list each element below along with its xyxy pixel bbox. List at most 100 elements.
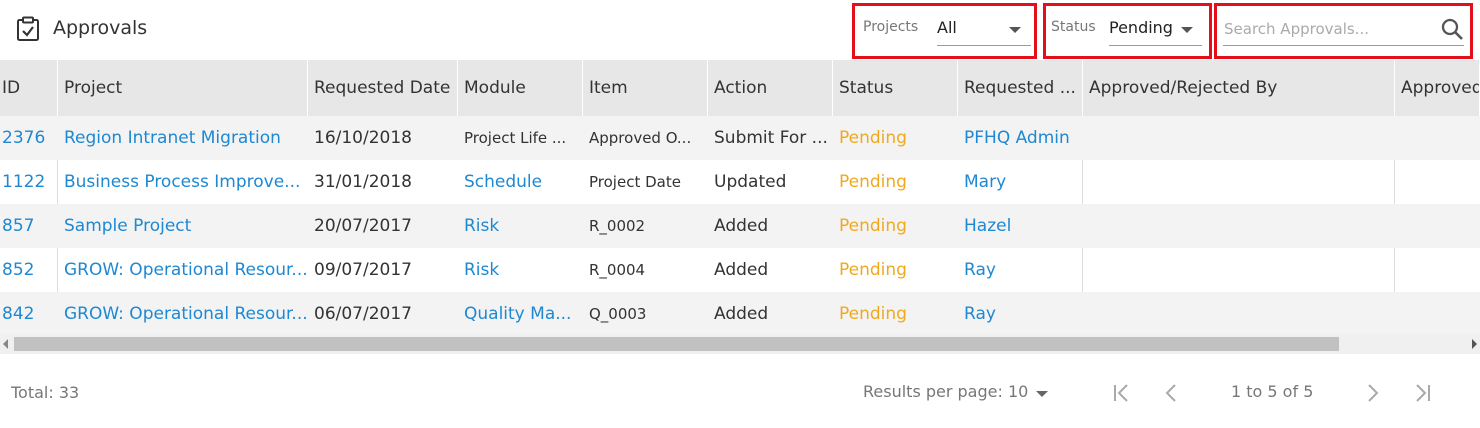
table-header: ID Project Requested Date Module Item Ac… [0, 60, 1480, 116]
scroll-left-icon[interactable] [3, 339, 8, 349]
cell-project[interactable]: Region Intranet Migration [58, 116, 308, 160]
status-filter-highlight: Status Pending [1043, 3, 1212, 59]
last-page-icon[interactable] [1410, 381, 1434, 405]
scrollbar-thumb[interactable] [14, 337, 1339, 351]
table-row[interactable]: 1122 Business Process Improve... 31/01/2… [0, 160, 1480, 204]
total-count: Total: 33 [11, 383, 80, 402]
cell-item: R_0002 [589, 217, 646, 235]
results-per-page-select[interactable]: Results per page: 10 [863, 382, 1028, 401]
cell-project[interactable]: GROW: Operational Resour... [58, 248, 308, 292]
table-row[interactable]: 857 Sample Project 20/07/2017 Risk R_000… [0, 204, 1480, 248]
cell-action: Added [714, 216, 769, 236]
approvals-table: ID Project Requested Date Module Item Ac… [0, 60, 1480, 334]
projects-filter-highlight: Projects All [852, 3, 1037, 59]
cell-requested-by[interactable]: Hazel [958, 204, 1083, 248]
cell-action: Submit For ... [714, 128, 828, 148]
projects-filter-label: Projects [863, 19, 919, 35]
column-header-project[interactable]: Project [58, 60, 308, 116]
chevron-down-icon [1181, 27, 1193, 33]
cell-item: Project Date [589, 173, 681, 191]
cell-approved [1395, 204, 1480, 248]
search-highlight: Search Approvals... [1214, 3, 1473, 59]
cell-requested-date: 16/10/2018 [314, 128, 412, 148]
cell-approved-rejected-by [1083, 292, 1395, 334]
cell-module[interactable]: Risk [458, 204, 583, 248]
search-icon[interactable] [1440, 17, 1464, 41]
cell-status: Pending [839, 260, 907, 280]
status-filter-underline [1109, 45, 1202, 46]
cell-module[interactable]: Risk [458, 248, 583, 292]
table-row[interactable]: 842 GROW: Operational Resour... 06/07/20… [0, 292, 1480, 334]
cell-requested-by[interactable]: Ray [958, 292, 1083, 334]
column-header-status[interactable]: Status [833, 60, 958, 116]
column-header-approved[interactable]: Approved [1395, 60, 1480, 116]
table-row[interactable]: 852 GROW: Operational Resour... 09/07/20… [0, 248, 1480, 292]
cell-approved [1395, 116, 1480, 160]
projects-filter[interactable]: Projects All [855, 6, 1034, 56]
cell-status: Pending [839, 216, 907, 236]
page-title: Approvals [53, 17, 148, 39]
cell-id[interactable]: 842 [0, 292, 58, 334]
cell-item: R_0004 [589, 261, 646, 279]
cell-approved [1395, 160, 1480, 204]
cell-project[interactable]: GROW: Operational Resour... [58, 292, 308, 334]
column-header-requested-by[interactable]: Requested ... [958, 60, 1083, 116]
cell-item: Approved O... [589, 129, 692, 147]
cell-id[interactable]: 1122 [0, 160, 58, 204]
next-page-icon[interactable] [1360, 381, 1384, 405]
cell-requested-date: 09/07/2017 [314, 260, 412, 280]
projects-filter-value: All [937, 18, 957, 37]
cell-project[interactable]: Business Process Improve... [58, 160, 308, 204]
cell-id[interactable]: 852 [0, 248, 58, 292]
cell-id[interactable]: 2376 [0, 116, 58, 160]
search-input[interactable]: Search Approvals... [1217, 6, 1470, 56]
cell-approved-rejected-by [1083, 248, 1395, 292]
column-header-requested-date[interactable]: Requested Date [308, 60, 458, 116]
chevron-down-icon [1009, 27, 1021, 33]
clipboard-check-icon [17, 16, 39, 41]
cell-approved-rejected-by [1083, 204, 1395, 248]
column-header-item[interactable]: Item [583, 60, 708, 116]
cell-requested-by[interactable]: PFHQ Admin [958, 116, 1083, 160]
cell-approved-rejected-by [1083, 160, 1395, 204]
horizontal-scrollbar[interactable] [0, 334, 1480, 354]
cell-approved [1395, 248, 1480, 292]
cell-status: Pending [839, 128, 907, 148]
chevron-down-icon[interactable] [1036, 391, 1048, 397]
cell-item: Q_0003 [589, 305, 647, 323]
table-row[interactable]: 2376 Region Intranet Migration 16/10/201… [0, 116, 1480, 160]
cell-module: Project Life ... [464, 129, 567, 147]
previous-page-icon[interactable] [1160, 381, 1184, 405]
cell-requested-date: 06/07/2017 [314, 304, 412, 324]
cell-id[interactable]: 857 [0, 204, 58, 248]
status-filter[interactable]: Status Pending [1046, 6, 1209, 56]
cell-requested-by[interactable]: Mary [958, 160, 1083, 204]
cell-approved [1395, 292, 1480, 334]
cell-status: Pending [839, 172, 907, 192]
cell-project[interactable]: Sample Project [58, 204, 308, 248]
first-page-icon[interactable] [1110, 381, 1134, 405]
cell-status: Pending [839, 304, 907, 324]
column-header-id[interactable]: ID [0, 60, 58, 116]
cell-module[interactable]: Quality Ma... [458, 292, 583, 334]
search-placeholder: Search Approvals... [1224, 20, 1369, 38]
cell-requested-by[interactable]: Ray [958, 248, 1083, 292]
status-filter-label: Status [1051, 19, 1096, 35]
search-underline [1223, 45, 1464, 46]
column-header-module[interactable]: Module [458, 60, 583, 116]
table-footer: Total: 33 Results per page: 10 1 to 5 of… [0, 354, 1480, 428]
column-header-approved-rejected-by[interactable]: Approved/Rejected By [1083, 60, 1395, 116]
cell-action: Added [714, 304, 769, 324]
cell-requested-date: 20/07/2017 [314, 216, 412, 236]
cell-approved-rejected-by [1083, 116, 1395, 160]
column-header-action[interactable]: Action [708, 60, 833, 116]
cell-requested-date: 31/01/2018 [314, 172, 412, 192]
status-filter-value: Pending [1109, 18, 1173, 37]
cell-action: Updated [714, 172, 787, 192]
page-range: 1 to 5 of 5 [1231, 382, 1314, 401]
cell-module[interactable]: Schedule [458, 160, 583, 204]
projects-filter-underline [937, 45, 1031, 46]
scroll-right-icon[interactable] [1472, 339, 1477, 349]
cell-action: Added [714, 260, 769, 280]
page-header: Approvals Projects All Status Pending Se… [0, 0, 1480, 59]
